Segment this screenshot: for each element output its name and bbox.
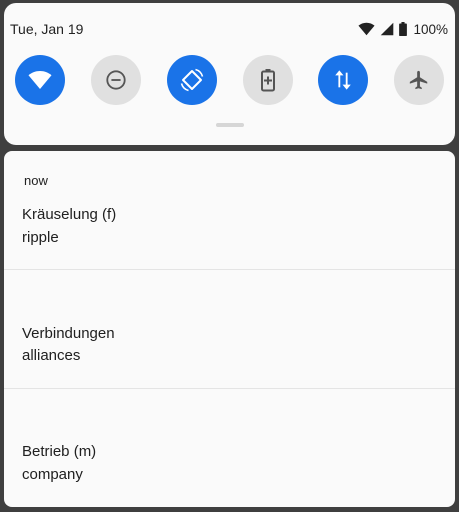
notification-text: ripple [22,229,59,246]
rotate-icon [180,68,204,92]
minus-circle-icon [105,69,127,91]
wifi-signal-icon [358,22,376,36]
status-bar: Tue, Jan 19 100% [4,3,455,55]
data-arrows-icon [332,69,354,91]
status-date: Tue, Jan 19 [10,21,84,37]
notification-title: Betrieb (m) [22,443,97,460]
do-not-disturb-tile[interactable] [91,55,141,105]
quick-settings-tiles [4,55,455,107]
divider [4,269,455,270]
notification-text: company [22,466,83,483]
notification-card[interactable]: now Kräuselung (f) ripple Verbindungen a… [4,151,455,507]
expand-handle[interactable] [216,123,244,127]
battery-saver-tile[interactable] [243,55,293,105]
status-icons: 100% [358,21,448,37]
divider [4,388,455,389]
battery-percent: 100% [413,21,448,37]
mobile-data-tile[interactable] [318,55,368,105]
wifi-icon [28,70,52,90]
airplane-icon [408,69,430,91]
notification-text: alliances [22,347,81,364]
notification-title: Kräuselung (f) [22,206,117,223]
notification-time: now [24,173,48,188]
wifi-tile[interactable] [15,55,65,105]
battery-saver-icon [260,68,276,92]
auto-rotate-tile[interactable] [167,55,217,105]
notification-title: Verbindungen [22,325,115,342]
airplane-mode-tile[interactable] [394,55,444,105]
quick-settings-panel: Tue, Jan 19 100% [4,3,455,145]
battery-icon [399,22,408,36]
cell-signal-icon [380,22,394,36]
